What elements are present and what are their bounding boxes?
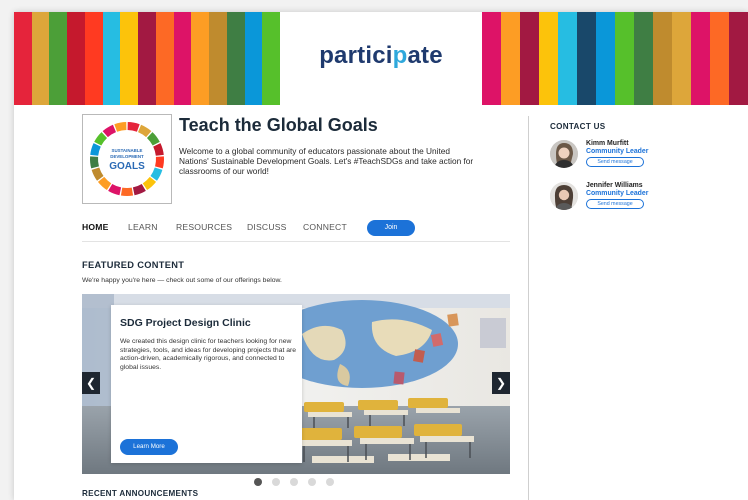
featured-subheading: We're happy you're here — check out some… bbox=[82, 277, 282, 284]
featured-card: SDG Project Design Clinic We created thi… bbox=[111, 305, 302, 463]
tab-home[interactable]: HOME bbox=[82, 222, 109, 232]
logo-line-3: GOALS bbox=[109, 161, 145, 172]
person-photo-icon bbox=[550, 140, 578, 168]
color-stripe bbox=[173, 12, 192, 105]
wheel-segment bbox=[132, 183, 146, 196]
group-nav: HOME LEARN RESOURCES DISCUSS CONNECT Joi… bbox=[82, 220, 510, 242]
contact-card: Jennifer Williams Community Leader Send … bbox=[550, 182, 740, 218]
send-message-button[interactable]: Send message bbox=[586, 199, 644, 209]
person-photo-icon bbox=[550, 182, 578, 210]
color-stripe bbox=[672, 12, 691, 105]
color-stripe bbox=[49, 12, 68, 105]
color-stripe bbox=[120, 12, 139, 105]
featured-carousel: SDG Project Design Clinic We created thi… bbox=[82, 294, 510, 474]
carousel-dot[interactable] bbox=[326, 478, 334, 486]
wheel-segment bbox=[91, 167, 104, 181]
wheel-segment bbox=[120, 187, 134, 196]
header-banner: participate bbox=[14, 12, 748, 105]
carousel-next-button[interactable]: ❯ bbox=[492, 372, 510, 394]
contact-role: Community Leader bbox=[586, 190, 649, 197]
color-stripe bbox=[653, 12, 672, 105]
carousel-prev-button[interactable]: ❮ bbox=[82, 372, 100, 394]
avatar[interactable] bbox=[550, 182, 578, 210]
color-stripe bbox=[155, 12, 174, 105]
wheel-segment bbox=[102, 124, 116, 138]
wheel-segment bbox=[150, 167, 163, 181]
wheel-segment bbox=[114, 122, 127, 132]
sdg-color-stripes-right bbox=[482, 12, 748, 105]
contact-heading: CONTACT US bbox=[550, 122, 606, 131]
color-stripe bbox=[209, 12, 227, 105]
color-stripe bbox=[84, 12, 103, 105]
color-stripe bbox=[226, 12, 245, 105]
page-frame: participate SUSTAINABLE DEVELOPMENT GOAL… bbox=[14, 12, 748, 500]
group-description: Welcome to a global community of educato… bbox=[179, 146, 474, 176]
wheel-segment bbox=[127, 122, 140, 132]
color-stripe bbox=[596, 12, 615, 105]
tab-learn[interactable]: LEARN bbox=[128, 222, 158, 232]
sdg-color-stripes-left bbox=[14, 12, 281, 105]
wheel-segment bbox=[155, 156, 164, 169]
logo-line-2: DEVELOPMENT bbox=[110, 154, 144, 159]
logo-text-dot: p bbox=[392, 42, 408, 69]
contact-name[interactable]: Kimm Murfitt bbox=[586, 140, 629, 147]
logo-line-1: SUSTAINABLE bbox=[112, 148, 143, 153]
color-stripe bbox=[67, 12, 85, 105]
color-stripe bbox=[262, 12, 281, 105]
logo-text-prefix: partici bbox=[319, 42, 393, 69]
tab-resources[interactable]: RESOURCES bbox=[176, 222, 232, 232]
logo-text-suffix: ate bbox=[407, 42, 443, 69]
wheel-segment bbox=[138, 124, 152, 138]
color-stripe bbox=[710, 12, 729, 105]
contact-name[interactable]: Jennifer Williams bbox=[586, 182, 643, 189]
sdg-wheel-icon: SUSTAINABLE DEVELOPMENT GOALS bbox=[90, 122, 164, 196]
color-stripe bbox=[615, 12, 634, 105]
color-stripe bbox=[138, 12, 156, 105]
wheel-segment bbox=[108, 183, 122, 196]
color-stripe bbox=[244, 12, 263, 105]
color-stripe bbox=[520, 12, 539, 105]
carousel-dot[interactable] bbox=[308, 478, 316, 486]
color-stripe bbox=[191, 12, 210, 105]
color-stripe bbox=[691, 12, 710, 105]
participate-logo[interactable]: participate bbox=[280, 42, 482, 70]
color-stripe bbox=[482, 12, 501, 105]
featured-card-text: We created this design clinic for teache… bbox=[120, 338, 297, 371]
contact-card: Kimm Murfitt Community Leader Send messa… bbox=[550, 140, 740, 176]
color-stripe bbox=[634, 12, 653, 105]
announcements-heading: RECENT ANNOUNCEMENTS bbox=[82, 489, 199, 498]
featured-heading: FEATURED CONTENT bbox=[82, 260, 185, 270]
color-stripe bbox=[577, 12, 596, 105]
sidebar-divider bbox=[528, 116, 529, 500]
group-title: Teach the Global Goals bbox=[179, 115, 378, 135]
chevron-left-icon: ❮ bbox=[85, 376, 97, 390]
avatar[interactable] bbox=[550, 140, 578, 168]
join-button[interactable]: Join bbox=[367, 220, 415, 236]
featured-card-title: SDG Project Design Clinic bbox=[120, 317, 251, 329]
carousel-dot[interactable] bbox=[254, 478, 262, 486]
color-stripe bbox=[14, 12, 32, 105]
contact-role: Community Leader bbox=[586, 148, 649, 155]
color-stripe bbox=[558, 12, 577, 105]
group-logo: SUSTAINABLE DEVELOPMENT GOALS bbox=[82, 114, 172, 204]
wheel-segment bbox=[153, 143, 164, 156]
learn-more-button[interactable]: Learn More bbox=[120, 439, 178, 455]
color-stripe bbox=[102, 12, 121, 105]
color-stripe bbox=[501, 12, 520, 105]
carousel-dot[interactable] bbox=[290, 478, 298, 486]
tab-discuss[interactable]: DISCUSS bbox=[247, 222, 287, 232]
wheel-segment bbox=[90, 143, 101, 156]
chevron-right-icon: ❯ bbox=[495, 376, 507, 390]
send-message-button[interactable]: Send message bbox=[586, 157, 644, 167]
color-stripe bbox=[539, 12, 558, 105]
color-stripe bbox=[31, 12, 50, 105]
color-stripe bbox=[729, 12, 748, 105]
carousel-dot[interactable] bbox=[272, 478, 280, 486]
tab-connect[interactable]: CONNECT bbox=[303, 222, 347, 232]
carousel-dots bbox=[254, 478, 334, 486]
wheel-segment bbox=[90, 156, 99, 169]
